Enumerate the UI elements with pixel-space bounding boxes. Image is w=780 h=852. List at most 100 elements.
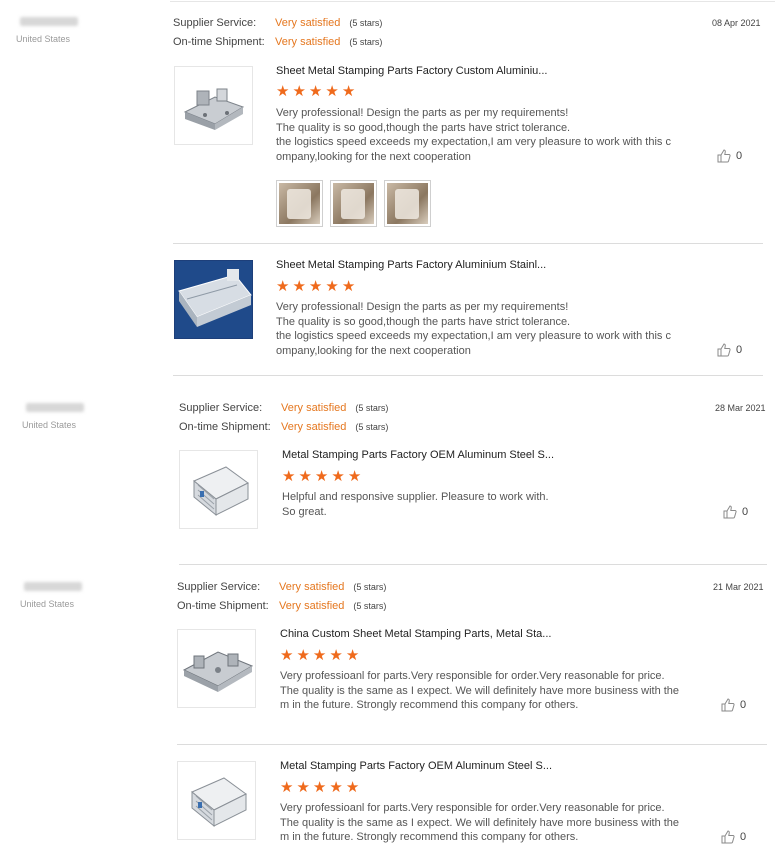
supplier-service-label: Supplier Service:: [173, 17, 257, 29]
item-divider: [177, 744, 767, 745]
product-title[interactable]: Metal Stamping Parts Factory OEM Aluminu…: [282, 449, 554, 461]
on-time-shipment-label: On-time Shipment:: [177, 600, 269, 612]
thumbs-up-icon: [723, 505, 737, 519]
aluminium-part-image: [175, 261, 252, 338]
review-text: Very professioanl for parts.Very respons…: [280, 802, 680, 843]
reviewer-country: United States: [22, 420, 77, 430]
star-icon: ★: [292, 278, 306, 295]
star-icon: ★: [280, 647, 294, 664]
supplier-service-value: Very satisfied: [281, 402, 347, 414]
star-icon: ★: [308, 83, 323, 100]
star-icon: ★: [276, 278, 290, 295]
sheet-metal-part-image: [183, 88, 245, 130]
star-icon: ★: [325, 83, 339, 100]
like-button[interactable]: 0: [723, 505, 748, 519]
like-count: 0: [742, 506, 749, 518]
product-thumbnail[interactable]: [177, 629, 256, 708]
review-date: 28 Mar 2021: [715, 403, 766, 413]
review-photo[interactable]: [384, 180, 431, 227]
like-count: 0: [736, 150, 743, 162]
reviewer-name-blurred: [20, 17, 78, 26]
star-icon: ★: [345, 779, 360, 796]
star-icon: ★: [325, 278, 339, 295]
product-thumbnail[interactable]: [177, 761, 256, 840]
product-title[interactable]: China Custom Sheet Metal Stamping Parts,…: [280, 628, 551, 640]
thumbs-up-icon: [721, 698, 735, 712]
reviewer-name-blurred: [26, 403, 84, 412]
product-rating: ★ ★ ★ ★ ★: [280, 647, 360, 664]
supplier-service-label: Supplier Service:: [177, 581, 261, 593]
review-divider: [179, 564, 767, 565]
star-icon: ★: [280, 779, 294, 796]
product-rating: ★ ★ ★ ★ ★: [282, 468, 362, 485]
metal-bracket-image: [191, 777, 247, 828]
on-time-shipment-label: On-time Shipment:: [173, 36, 265, 48]
like-button[interactable]: 0: [717, 343, 742, 357]
star-icon: ★: [276, 83, 290, 100]
star-icon: ★: [329, 647, 343, 664]
star-icon: ★: [331, 468, 345, 485]
product-title[interactable]: Sheet Metal Stamping Parts Factory Alumi…: [276, 259, 546, 271]
like-count: 0: [740, 699, 747, 711]
like-button[interactable]: 0: [717, 149, 742, 163]
review-divider: [173, 375, 763, 376]
product-thumbnail[interactable]: [174, 66, 253, 145]
on-time-shipment-stars: (5 stars): [353, 601, 387, 611]
product-thumbnail[interactable]: [179, 450, 258, 529]
top-divider: [170, 1, 775, 2]
review-photo[interactable]: [276, 180, 323, 227]
reviewer-1: United States: [16, 17, 116, 44]
star-icon: ★: [329, 779, 343, 796]
on-time-shipment-stars: (5 stars): [355, 422, 389, 432]
review-photo[interactable]: [330, 180, 377, 227]
stamping-part-image: [182, 651, 254, 692]
reviewer-country: United States: [16, 34, 71, 44]
supplier-service-stars: (5 stars): [349, 18, 383, 28]
on-time-shipment-value: Very satisfied: [275, 36, 341, 48]
reviewer-2: United States: [22, 403, 122, 430]
product-title[interactable]: Sheet Metal Stamping Parts Factory Custo…: [276, 65, 547, 77]
star-icon: ★: [312, 647, 327, 664]
supplier-service-label: Supplier Service:: [179, 402, 263, 414]
thumbs-up-icon: [721, 830, 735, 844]
star-icon: ★: [314, 468, 329, 485]
review-date: 21 Mar 2021: [713, 582, 764, 592]
supplier-service-stars: (5 stars): [355, 403, 389, 413]
item-divider: [173, 243, 763, 244]
star-icon: ★: [292, 83, 306, 100]
reviewer-name-blurred: [24, 582, 82, 591]
like-count: 0: [736, 344, 743, 356]
on-time-shipment-stars: (5 stars): [349, 37, 383, 47]
star-icon: ★: [282, 468, 296, 485]
supplier-service-row: Supplier Service: Very satisfied (5 star…: [173, 17, 382, 29]
reviewer-country: United States: [20, 599, 75, 609]
on-time-shipment-label: On-time Shipment:: [179, 421, 271, 433]
on-time-shipment-row: On-time Shipment: Very satisfied (5 star…: [177, 600, 386, 612]
like-button[interactable]: 0: [721, 830, 746, 844]
star-icon: ★: [347, 468, 362, 485]
like-count: 0: [740, 831, 747, 843]
star-icon: ★: [296, 647, 310, 664]
review-text: Very professional! Design the parts as p…: [276, 107, 671, 163]
supplier-service-value: Very satisfied: [275, 17, 341, 29]
product-thumbnail[interactable]: [174, 260, 253, 339]
review-date: 08 Apr 2021: [712, 18, 761, 28]
thumbs-up-icon: [717, 149, 731, 163]
supplier-service-value: Very satisfied: [279, 581, 345, 593]
product-rating: ★ ★ ★ ★ ★: [280, 779, 360, 796]
on-time-shipment-value: Very satisfied: [281, 421, 347, 433]
star-icon: ★: [296, 779, 310, 796]
like-button[interactable]: 0: [721, 698, 746, 712]
star-icon: ★: [312, 779, 327, 796]
product-rating: ★ ★ ★ ★ ★: [276, 278, 355, 295]
review-text: Very professional! Design the parts as p…: [276, 301, 671, 357]
product-rating: ★ ★ ★ ★ ★: [276, 83, 356, 100]
product-title[interactable]: Metal Stamping Parts Factory OEM Aluminu…: [280, 760, 552, 772]
star-icon: ★: [341, 83, 356, 100]
review-text: Helpful and responsive supplier. Pleasur…: [282, 491, 549, 518]
review-text: Very professioanl for parts.Very respons…: [280, 670, 680, 711]
star-icon: ★: [308, 278, 323, 295]
star-icon: ★: [298, 468, 312, 485]
metal-bracket-image: [193, 466, 249, 517]
star-icon: ★: [345, 647, 360, 664]
